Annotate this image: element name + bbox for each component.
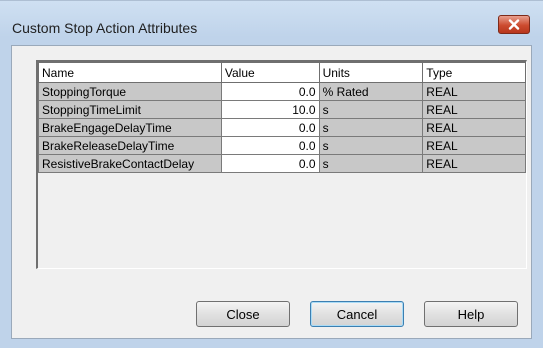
- attributes-grid: Name Value Units Type StoppingTorque 0.0…: [36, 60, 527, 269]
- close-button[interactable]: Close: [196, 301, 290, 327]
- close-icon: [508, 19, 520, 30]
- row-units-cell: s: [318, 100, 424, 119]
- row-type-cell: REAL: [422, 118, 526, 137]
- row-value-cell[interactable]: 0.0: [220, 154, 320, 173]
- dialog-title: Custom Stop Action Attributes: [12, 20, 198, 36]
- table-row: BrakeReleaseDelayTime 0.0 s REAL: [38, 136, 526, 155]
- column-header-units[interactable]: Units: [318, 62, 424, 83]
- table-row: StoppingTorque 0.0 % Rated REAL: [38, 82, 526, 101]
- row-value-cell[interactable]: 10.0: [220, 100, 320, 119]
- row-type-cell: REAL: [422, 154, 526, 173]
- dialog-client-area: Name Value Units Type StoppingTorque 0.0…: [11, 45, 532, 339]
- help-button[interactable]: Help: [424, 301, 518, 327]
- row-name-cell: StoppingTorque: [38, 82, 222, 101]
- cancel-button[interactable]: Cancel: [310, 301, 404, 327]
- column-header-type[interactable]: Type: [422, 62, 526, 83]
- row-name-cell: BrakeEngageDelayTime: [38, 118, 222, 137]
- row-name-cell: ResistiveBrakeContactDelay: [38, 154, 222, 173]
- dialog-window: Custom Stop Action Attributes Name Value…: [0, 0, 543, 348]
- row-units-cell: % Rated: [318, 82, 424, 101]
- table-row: StoppingTimeLimit 10.0 s REAL: [38, 100, 526, 119]
- column-header-value[interactable]: Value: [220, 62, 320, 83]
- table-row: ResistiveBrakeContactDelay 0.0 s REAL: [38, 154, 526, 173]
- row-name-cell: BrakeReleaseDelayTime: [38, 136, 222, 155]
- table-row: BrakeEngageDelayTime 0.0 s REAL: [38, 118, 526, 137]
- row-type-cell: REAL: [422, 100, 526, 119]
- row-units-cell: s: [318, 118, 424, 137]
- row-units-cell: s: [318, 154, 424, 173]
- row-value-cell[interactable]: 0.0: [220, 82, 320, 101]
- row-type-cell: REAL: [422, 82, 526, 101]
- row-name-cell: StoppingTimeLimit: [38, 100, 222, 119]
- row-type-cell: REAL: [422, 136, 526, 155]
- attributes-table: Name Value Units Type StoppingTorque 0.0…: [38, 62, 526, 173]
- table-header-row: Name Value Units Type: [38, 62, 526, 83]
- row-value-cell[interactable]: 0.0: [220, 118, 320, 137]
- row-units-cell: s: [318, 136, 424, 155]
- window-close-button[interactable]: [498, 15, 530, 34]
- column-header-name[interactable]: Name: [38, 62, 222, 83]
- row-value-cell[interactable]: 0.0: [220, 136, 320, 155]
